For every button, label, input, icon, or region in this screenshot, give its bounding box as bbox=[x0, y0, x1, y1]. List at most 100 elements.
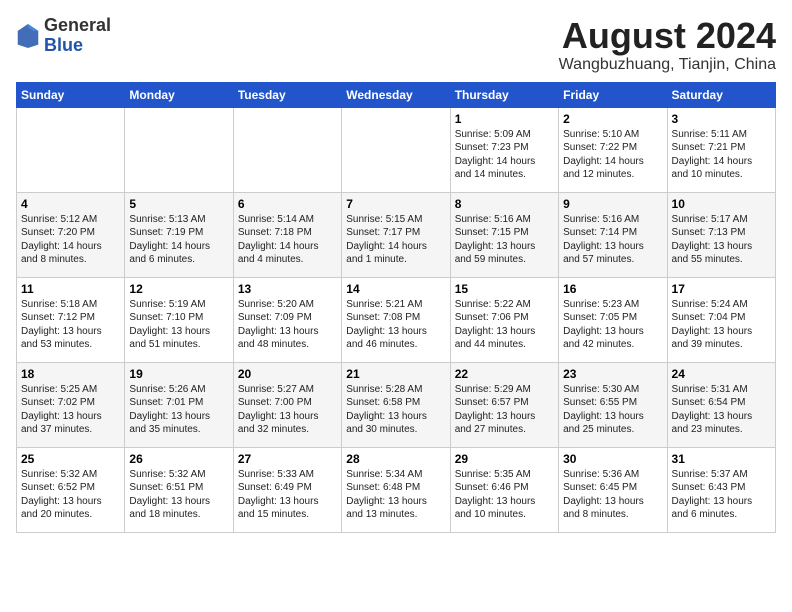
cell-content: Sunrise: 5:32 AM Sunset: 6:52 PM Dayligh… bbox=[21, 468, 120, 522]
day-number: 19 bbox=[129, 367, 228, 381]
day-number: 21 bbox=[346, 367, 445, 381]
day-number: 5 bbox=[129, 197, 228, 211]
week-row-2: 4 Sunrise: 5:12 AM Sunset: 7:20 PM Daylig… bbox=[17, 192, 776, 277]
cell-content: Sunrise: 5:20 AM Sunset: 7:09 PM Dayligh… bbox=[238, 298, 337, 352]
cell-content: Sunrise: 5:23 AM Sunset: 7:05 PM Dayligh… bbox=[563, 298, 662, 352]
calendar-cell: 9 Sunrise: 5:16 AM Sunset: 7:14 PM Daylig… bbox=[559, 192, 667, 277]
calendar-cell bbox=[233, 107, 341, 192]
calendar-cell: 21 Sunrise: 5:28 AM Sunset: 6:58 PM Dayli… bbox=[342, 362, 450, 447]
calendar-cell bbox=[125, 107, 233, 192]
calendar-cell: 18 Sunrise: 5:25 AM Sunset: 7:02 PM Dayli… bbox=[17, 362, 125, 447]
day-number: 13 bbox=[238, 282, 337, 296]
location-title: Wangbuzhuang, Tianjin, China bbox=[559, 56, 776, 74]
cell-content: Sunrise: 5:37 AM Sunset: 6:43 PM Dayligh… bbox=[672, 468, 771, 522]
weekday-header-sunday: Sunday bbox=[17, 82, 125, 107]
day-number: 17 bbox=[672, 282, 771, 296]
cell-content: Sunrise: 5:16 AM Sunset: 7:15 PM Dayligh… bbox=[455, 213, 554, 267]
calendar-cell: 14 Sunrise: 5:21 AM Sunset: 7:08 PM Dayli… bbox=[342, 277, 450, 362]
weekday-header-tuesday: Tuesday bbox=[233, 82, 341, 107]
day-number: 15 bbox=[455, 282, 554, 296]
day-number: 6 bbox=[238, 197, 337, 211]
day-number: 30 bbox=[563, 452, 662, 466]
calendar-cell: 2 Sunrise: 5:10 AM Sunset: 7:22 PM Daylig… bbox=[559, 107, 667, 192]
day-number: 25 bbox=[21, 452, 120, 466]
week-row-3: 11 Sunrise: 5:18 AM Sunset: 7:12 PM Dayli… bbox=[17, 277, 776, 362]
cell-content: Sunrise: 5:33 AM Sunset: 6:49 PM Dayligh… bbox=[238, 468, 337, 522]
day-number: 2 bbox=[563, 112, 662, 126]
cell-content: Sunrise: 5:12 AM Sunset: 7:20 PM Dayligh… bbox=[21, 213, 120, 267]
calendar-cell: 31Sunrise: 5:37 AM Sunset: 6:43 PM Dayli… bbox=[667, 447, 775, 532]
calendar-cell: 29Sunrise: 5:35 AM Sunset: 6:46 PM Dayli… bbox=[450, 447, 558, 532]
calendar-cell: 1 Sunrise: 5:09 AM Sunset: 7:23 PM Daylig… bbox=[450, 107, 558, 192]
header: GeneralBlue August 2024 Wangbuzhuang, Ti… bbox=[16, 16, 776, 74]
calendar-cell: 20 Sunrise: 5:27 AM Sunset: 7:00 PM Dayli… bbox=[233, 362, 341, 447]
day-number: 8 bbox=[455, 197, 554, 211]
cell-content: Sunrise: 5:26 AM Sunset: 7:01 PM Dayligh… bbox=[129, 383, 228, 437]
calendar-cell: 4 Sunrise: 5:12 AM Sunset: 7:20 PM Daylig… bbox=[17, 192, 125, 277]
day-number: 23 bbox=[563, 367, 662, 381]
calendar-cell bbox=[17, 107, 125, 192]
cell-content: Sunrise: 5:09 AM Sunset: 7:23 PM Dayligh… bbox=[455, 128, 554, 182]
cell-content: Sunrise: 5:29 AM Sunset: 6:57 PM Dayligh… bbox=[455, 383, 554, 437]
weekday-header-thursday: Thursday bbox=[450, 82, 558, 107]
day-number: 27 bbox=[238, 452, 337, 466]
cell-content: Sunrise: 5:21 AM Sunset: 7:08 PM Dayligh… bbox=[346, 298, 445, 352]
cell-content: Sunrise: 5:16 AM Sunset: 7:14 PM Dayligh… bbox=[563, 213, 662, 267]
calendar-cell: 22 Sunrise: 5:29 AM Sunset: 6:57 PM Dayli… bbox=[450, 362, 558, 447]
calendar-cell: 24 Sunrise: 5:31 AM Sunset: 6:54 PM Dayli… bbox=[667, 362, 775, 447]
weekday-header-monday: Monday bbox=[125, 82, 233, 107]
weekday-header-friday: Friday bbox=[559, 82, 667, 107]
calendar-cell: 6Sunrise: 5:14 AM Sunset: 7:18 PM Daylig… bbox=[233, 192, 341, 277]
day-number: 9 bbox=[563, 197, 662, 211]
calendar-cell: 15 Sunrise: 5:22 AM Sunset: 7:06 PM Dayli… bbox=[450, 277, 558, 362]
cell-content: Sunrise: 5:27 AM Sunset: 7:00 PM Dayligh… bbox=[238, 383, 337, 437]
weekday-header-row: SundayMondayTuesdayWednesdayThursdayFrid… bbox=[17, 82, 776, 107]
day-number: 20 bbox=[238, 367, 337, 381]
cell-content: Sunrise: 5:28 AM Sunset: 6:58 PM Dayligh… bbox=[346, 383, 445, 437]
day-number: 1 bbox=[455, 112, 554, 126]
cell-content: Sunrise: 5:17 AM Sunset: 7:13 PM Dayligh… bbox=[672, 213, 771, 267]
calendar-cell: 28 Sunrise: 5:34 AM Sunset: 6:48 PM Dayli… bbox=[342, 447, 450, 532]
calendar-cell: 12 Sunrise: 5:19 AM Sunset: 7:10 PM Dayli… bbox=[125, 277, 233, 362]
cell-content: Sunrise: 5:10 AM Sunset: 7:22 PM Dayligh… bbox=[563, 128, 662, 182]
cell-content: Sunrise: 5:19 AM Sunset: 7:10 PM Dayligh… bbox=[129, 298, 228, 352]
day-number: 28 bbox=[346, 452, 445, 466]
calendar-cell: 23 Sunrise: 5:30 AM Sunset: 6:55 PM Dayli… bbox=[559, 362, 667, 447]
cell-content: Sunrise: 5:24 AM Sunset: 7:04 PM Dayligh… bbox=[672, 298, 771, 352]
month-title: August 2024 bbox=[559, 16, 776, 56]
cell-content: Sunrise: 5:15 AM Sunset: 7:17 PM Dayligh… bbox=[346, 213, 445, 267]
day-number: 29 bbox=[455, 452, 554, 466]
calendar-cell: 7 Sunrise: 5:15 AM Sunset: 7:17 PM Daylig… bbox=[342, 192, 450, 277]
calendar-cell: 16Sunrise: 5:23 AM Sunset: 7:05 PM Dayli… bbox=[559, 277, 667, 362]
day-number: 12 bbox=[129, 282, 228, 296]
cell-content: Sunrise: 5:18 AM Sunset: 7:12 PM Dayligh… bbox=[21, 298, 120, 352]
cell-content: Sunrise: 5:11 AM Sunset: 7:21 PM Dayligh… bbox=[672, 128, 771, 182]
title-area: August 2024 Wangbuzhuang, Tianjin, China bbox=[559, 16, 776, 74]
day-number: 7 bbox=[346, 197, 445, 211]
calendar-cell: 17 Sunrise: 5:24 AM Sunset: 7:04 PM Dayli… bbox=[667, 277, 775, 362]
calendar-table: SundayMondayTuesdayWednesdayThursdayFrid… bbox=[16, 82, 776, 533]
cell-content: Sunrise: 5:31 AM Sunset: 6:54 PM Dayligh… bbox=[672, 383, 771, 437]
logo-icon bbox=[16, 22, 40, 50]
calendar-cell: 27 Sunrise: 5:33 AM Sunset: 6:49 PM Dayli… bbox=[233, 447, 341, 532]
day-number: 22 bbox=[455, 367, 554, 381]
week-row-1: 1 Sunrise: 5:09 AM Sunset: 7:23 PM Daylig… bbox=[17, 107, 776, 192]
cell-content: Sunrise: 5:22 AM Sunset: 7:06 PM Dayligh… bbox=[455, 298, 554, 352]
day-number: 4 bbox=[21, 197, 120, 211]
cell-content: Sunrise: 5:34 AM Sunset: 6:48 PM Dayligh… bbox=[346, 468, 445, 522]
day-number: 14 bbox=[346, 282, 445, 296]
calendar-cell: 3Sunrise: 5:11 AM Sunset: 7:21 PM Daylig… bbox=[667, 107, 775, 192]
cell-content: Sunrise: 5:36 AM Sunset: 6:45 PM Dayligh… bbox=[563, 468, 662, 522]
calendar-cell: 10Sunrise: 5:17 AM Sunset: 7:13 PM Dayli… bbox=[667, 192, 775, 277]
day-number: 11 bbox=[21, 282, 120, 296]
day-number: 24 bbox=[672, 367, 771, 381]
week-row-4: 18 Sunrise: 5:25 AM Sunset: 7:02 PM Dayli… bbox=[17, 362, 776, 447]
calendar-cell bbox=[342, 107, 450, 192]
calendar-cell: 13 Sunrise: 5:20 AM Sunset: 7:09 PM Dayli… bbox=[233, 277, 341, 362]
weekday-header-saturday: Saturday bbox=[667, 82, 775, 107]
week-row-5: 25 Sunrise: 5:32 AM Sunset: 6:52 PM Dayli… bbox=[17, 447, 776, 532]
calendar-cell: 26Sunrise: 5:32 AM Sunset: 6:51 PM Dayli… bbox=[125, 447, 233, 532]
cell-content: Sunrise: 5:25 AM Sunset: 7:02 PM Dayligh… bbox=[21, 383, 120, 437]
day-number: 18 bbox=[21, 367, 120, 381]
cell-content: Sunrise: 5:30 AM Sunset: 6:55 PM Dayligh… bbox=[563, 383, 662, 437]
